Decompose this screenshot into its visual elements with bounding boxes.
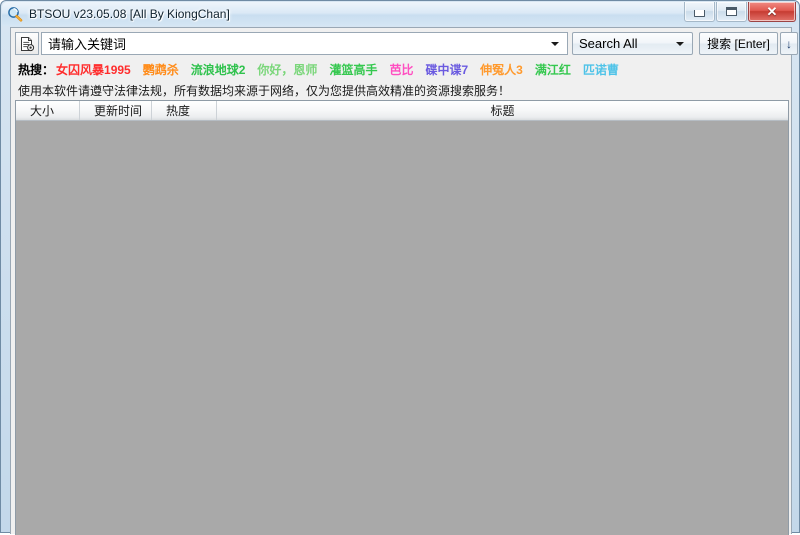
search-toolbar: 请输入关键词 Search All 搜索 [Enter] ↓ xyxy=(11,28,798,58)
chevron-down-icon[interactable] xyxy=(551,41,559,46)
listview-body-empty xyxy=(16,121,788,535)
hot-keyword[interactable]: 你好，恩师 xyxy=(257,61,317,78)
hot-keyword[interactable]: 灌篮高手 xyxy=(329,61,377,78)
application-window: BTSOU v23.05.08 [All By KiongChan] ✕ 请输入… xyxy=(0,0,800,535)
results-listview[interactable]: 大小 更新时间 热度 标题 xyxy=(15,100,789,535)
more-options-button[interactable]: ↓ xyxy=(780,32,798,55)
magnifier-icon xyxy=(7,6,23,22)
search-input[interactable]: 请输入关键词 xyxy=(41,32,568,55)
hot-keyword[interactable]: 芭比 xyxy=(389,61,413,78)
window-controls: ✕ xyxy=(684,2,796,22)
search-scope-select[interactable]: Search All xyxy=(572,32,693,55)
hot-keyword[interactable]: 匹诺曹 xyxy=(583,61,619,78)
window-title: BTSOU v23.05.08 [All By KiongChan] xyxy=(29,7,230,21)
chevron-down-icon-scope[interactable] xyxy=(676,41,684,46)
title-bar: BTSOU v23.05.08 [All By KiongChan] ✕ xyxy=(2,2,800,26)
hot-search-label: 热搜： xyxy=(18,62,55,77)
search-input-value: 请输入关键词 xyxy=(48,37,127,52)
hot-keyword[interactable]: 满江红 xyxy=(535,61,571,78)
maximize-button[interactable] xyxy=(716,2,747,22)
disclaimer-text: 使用本软件请遵守法律法规，所有数据均来源于网络，仅为您提供高效精准的资源搜索服务… xyxy=(18,83,511,98)
close-button[interactable]: ✕ xyxy=(748,2,796,22)
minimize-button[interactable] xyxy=(684,2,715,22)
close-icon: ✕ xyxy=(766,4,778,19)
document-settings-icon[interactable] xyxy=(15,32,39,55)
listview-header: 大小 更新时间 热度 标题 xyxy=(16,101,788,121)
hot-keyword[interactable]: 鹦鹉杀 xyxy=(143,61,179,78)
search-button[interactable]: 搜索 [Enter] xyxy=(699,32,778,55)
column-header-popularity[interactable]: 热度 xyxy=(152,101,217,120)
maximize-icon xyxy=(726,7,737,16)
hot-keyword[interactable]: 流浪地球2 xyxy=(191,61,246,78)
hot-search-bar: 热搜： 女囚风暴1995 鹦鹉杀 流浪地球2 你好，恩师 灌篮高手 芭比 碟中谍… xyxy=(11,58,793,80)
column-header-size[interactable]: 大小 xyxy=(16,101,80,120)
column-header-update-time[interactable]: 更新时间 xyxy=(80,101,152,120)
hot-keyword[interactable]: 伸冤人3 xyxy=(480,61,523,78)
search-scope-value: Search All xyxy=(579,36,638,51)
hot-keyword[interactable]: 碟中谍7 xyxy=(425,61,468,78)
client-area: 请输入关键词 Search All 搜索 [Enter] ↓ 热搜： 女囚风暴1… xyxy=(10,27,798,535)
hot-keyword[interactable]: 女囚风暴1995 xyxy=(56,61,131,78)
column-header-title[interactable]: 标题 xyxy=(217,101,788,120)
minimize-icon xyxy=(694,9,705,17)
